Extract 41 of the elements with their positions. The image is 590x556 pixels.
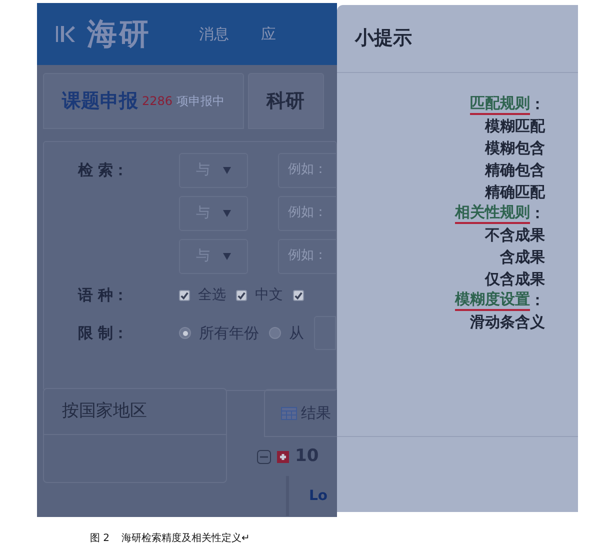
- checkbox[interactable]: [236, 290, 247, 300]
- nav-link[interactable]: 消息: [199, 22, 229, 46]
- caret-icon: [223, 210, 231, 216]
- checkbox[interactable]: [179, 290, 190, 300]
- heading-colon: ：: [530, 95, 545, 114]
- field-label: 语 种：: [78, 284, 130, 306]
- rule-term: 不含成果: [485, 225, 546, 246]
- count-suffix: 项申报中: [176, 93, 225, 110]
- section-heading: 模糊度设置: [455, 290, 530, 311]
- dialog-title: 小提示: [355, 26, 412, 52]
- nav-link[interactable]: 应: [261, 22, 276, 46]
- heading-colon: ：: [530, 291, 545, 310]
- caret-icon: [223, 252, 231, 260]
- rule-term: 含成果: [500, 247, 546, 268]
- filter-title: 按国家地区: [62, 400, 147, 423]
- table-icon: [281, 406, 297, 420]
- section-heading: 相关性规则: [455, 203, 530, 224]
- tab[interactable]: 课题申报 2286 项申报中: [43, 73, 244, 129]
- count: 2286: [142, 93, 173, 110]
- field-label: 检 索：: [78, 160, 130, 181]
- flag-icon: [277, 450, 289, 463]
- figure-label: 图 2: [90, 532, 110, 546]
- section-heading: 匹配规则: [470, 94, 530, 115]
- rule-term: 精确匹配: [485, 182, 546, 203]
- figure-caption: 海研检索精度及相关性定义↵: [122, 532, 250, 546]
- heading-colon: ：: [530, 204, 545, 223]
- radio-button[interactable]: [179, 327, 191, 339]
- rule-term: 模糊包含: [485, 138, 546, 159]
- rule-term: 精确包含: [485, 160, 546, 181]
- rule-term: 滑动条含义: [470, 312, 546, 333]
- collapse-icon[interactable]: [257, 450, 271, 464]
- tab[interactable]: 科研: [248, 73, 324, 129]
- result-title-link[interactable]: Lo: [309, 486, 328, 516]
- logo-text: 海研: [87, 16, 151, 54]
- rule-term: 模糊匹配: [485, 116, 546, 137]
- year-field[interactable]: [314, 316, 336, 350]
- field-label: 限 制：: [78, 322, 130, 344]
- radio-button[interactable]: [269, 327, 281, 339]
- checkbox[interactable]: [293, 290, 304, 300]
- rule-term: 仅含成果: [485, 269, 546, 290]
- caret-icon: [223, 166, 231, 174]
